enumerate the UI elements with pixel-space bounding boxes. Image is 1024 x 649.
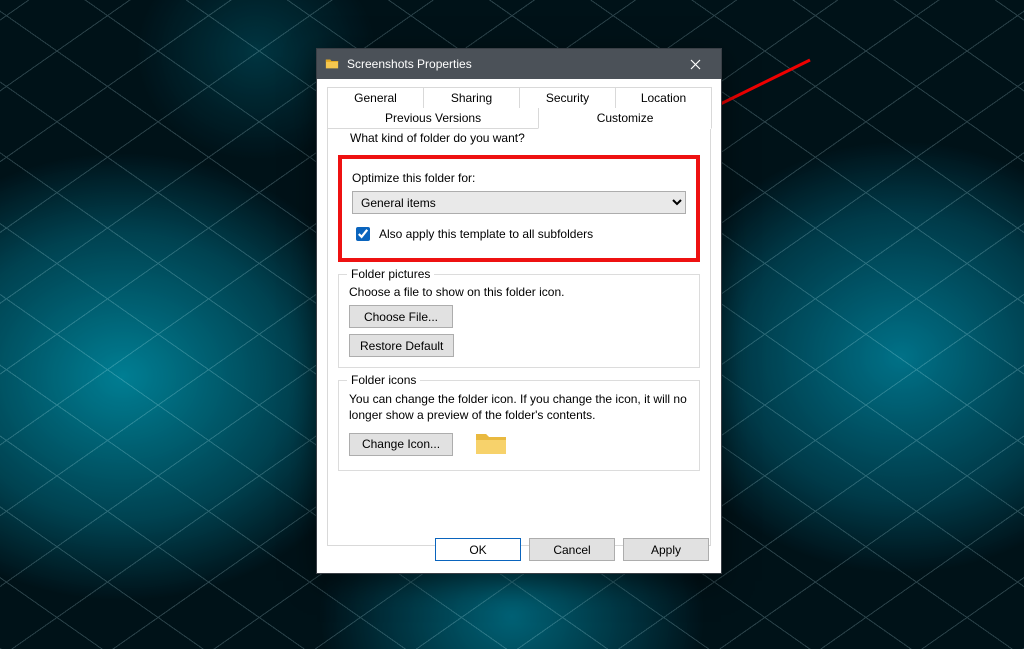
also-apply-label: Also apply this template to all subfolde… [379, 227, 593, 241]
kind-heading: What kind of folder do you want? [346, 131, 529, 145]
choose-file-button[interactable]: Choose File... [349, 305, 453, 328]
dialog-footer: OK Cancel Apply [435, 538, 709, 561]
optimize-label: Optimize this folder for: [352, 171, 686, 185]
tab-strip: General Sharing Security Location Previo… [317, 79, 721, 129]
folder-icon [325, 57, 339, 71]
optimize-section: Optimize this folder for: General items … [338, 155, 700, 262]
tab-customize[interactable]: Customize [538, 108, 712, 129]
close-icon [690, 59, 701, 70]
cancel-button[interactable]: Cancel [529, 538, 615, 561]
properties-dialog: Screenshots Properties General Sharing S… [317, 49, 721, 573]
folder-preview-icon [474, 429, 508, 460]
close-button[interactable] [673, 49, 717, 79]
ok-button[interactable]: OK [435, 538, 521, 561]
folder-icons-legend: Folder icons [347, 373, 420, 387]
folder-pictures-legend: Folder pictures [347, 267, 434, 281]
restore-default-button[interactable]: Restore Default [349, 334, 454, 357]
also-apply-row[interactable]: Also apply this template to all subfolde… [352, 224, 686, 244]
window-title: Screenshots Properties [347, 57, 673, 71]
folder-pictures-desc: Choose a file to show on this folder ico… [349, 285, 689, 299]
tab-general[interactable]: General [327, 87, 424, 108]
also-apply-checkbox[interactable] [356, 227, 370, 241]
folder-icons-group: Folder icons You can change the folder i… [338, 380, 700, 471]
titlebar[interactable]: Screenshots Properties [317, 49, 721, 79]
tab-previous-versions[interactable]: Previous Versions [327, 108, 539, 129]
change-icon-button[interactable]: Change Icon... [349, 433, 453, 456]
tab-sharing[interactable]: Sharing [423, 87, 520, 108]
tab-security[interactable]: Security [519, 87, 616, 108]
folder-icons-desc: You can change the folder icon. If you c… [349, 391, 689, 423]
optimize-dropdown[interactable]: General items [352, 191, 686, 214]
apply-button[interactable]: Apply [623, 538, 709, 561]
tab-panel-customize: What kind of folder do you want? Optimiz… [327, 128, 711, 546]
folder-pictures-group: Folder pictures Choose a file to show on… [338, 274, 700, 368]
tab-location[interactable]: Location [615, 87, 712, 108]
